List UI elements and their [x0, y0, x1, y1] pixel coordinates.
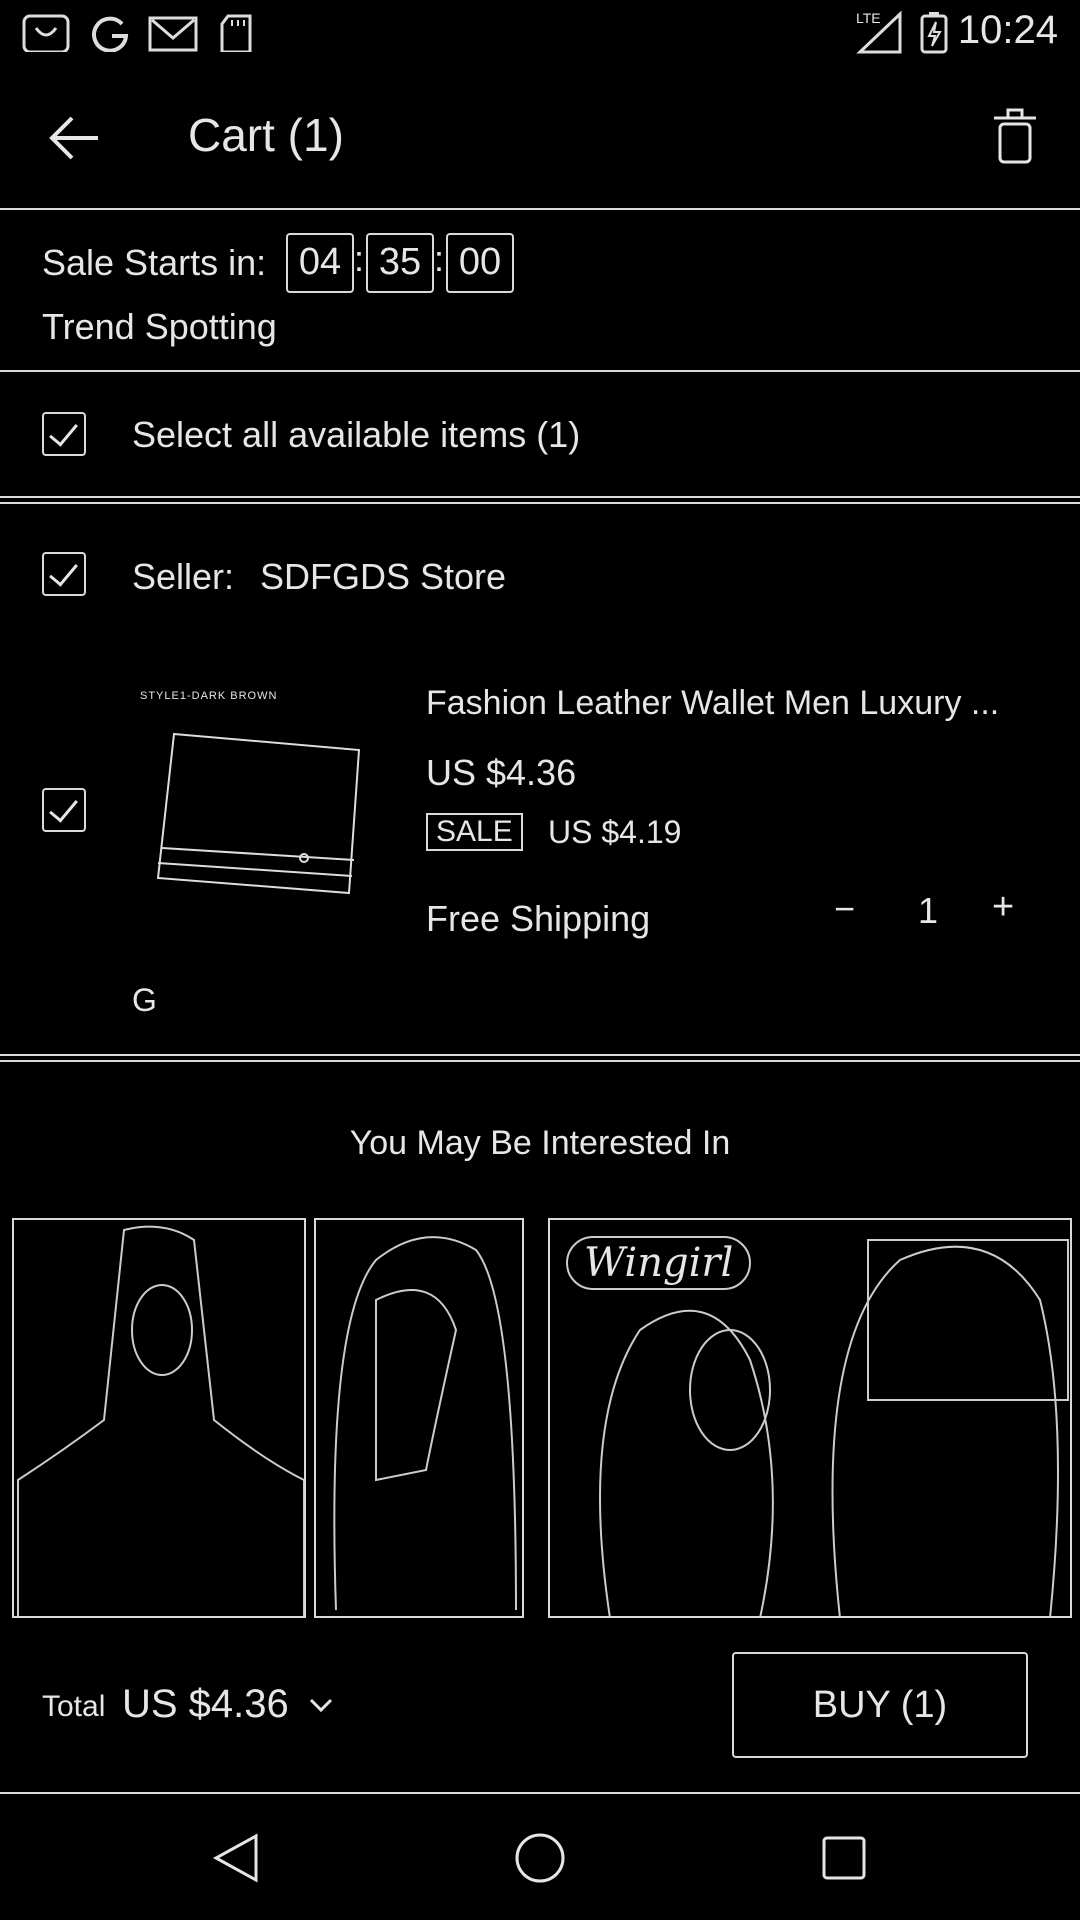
item-checkbox[interactable] [42, 788, 86, 832]
divider [0, 1060, 1080, 1062]
trash-icon[interactable] [992, 108, 1038, 164]
wig-stand-icon [333, 1236, 517, 1611]
seller-prefix: Seller: [132, 556, 235, 597]
timer-hours: 04 [286, 233, 354, 293]
sale-price: US $4.19 [548, 814, 682, 850]
product-title[interactable]: Fashion Leather Wallet Men Luxury ... [426, 684, 999, 723]
recommend-product-2[interactable] [314, 1218, 524, 1618]
clock: 10:24 [957, 8, 1058, 52]
total-value[interactable]: US $4.36 [122, 1682, 289, 1727]
sd-card-icon [220, 14, 252, 52]
timer-separator: : [354, 238, 365, 279]
lte-signal-icon: LTE [856, 10, 904, 54]
wallet-icon [156, 732, 361, 895]
wig-straight-icon [17, 1225, 304, 1616]
seller-name[interactable]: SDFGDS Store [260, 556, 506, 598]
recommend-heading: You May Be Interested In [349, 1124, 731, 1162]
recommend-product-3[interactable]: Wingirl [548, 1218, 1072, 1618]
aliexpress-icon [22, 14, 70, 52]
shipping-info: Free Shipping [426, 898, 651, 939]
back-arrow-icon[interactable] [48, 116, 100, 160]
divider [0, 502, 1080, 504]
sale-label: Sale Starts in: [42, 242, 267, 283]
product-image-caption: STYLE1-DARK BROWN [140, 690, 278, 702]
product-price: US $4.36 [426, 752, 577, 793]
quantity-plus-button[interactable]: + [992, 886, 1014, 929]
timer-seconds: 00 [446, 233, 514, 293]
sale-subtitle: Trend Spotting [42, 306, 277, 347]
curly-wig-icon [599, 1239, 1069, 1616]
sale-badge: SALE [426, 813, 523, 851]
select-all-checkbox[interactable] [42, 412, 86, 456]
item-variant: G [132, 982, 157, 1018]
nav-back-icon[interactable] [212, 1832, 260, 1884]
quantity-minus-button[interactable]: − [834, 888, 855, 930]
seller-checkbox[interactable] [42, 552, 86, 596]
gmail-icon [148, 16, 198, 52]
divider [0, 370, 1080, 372]
select-all-label[interactable]: Select all available items (1) [132, 414, 580, 456]
buy-button[interactable]: BUY (1) [732, 1652, 1028, 1758]
divider [0, 1054, 1080, 1056]
nav-recents-icon[interactable] [822, 1836, 866, 1880]
divider [0, 1792, 1080, 1794]
product-image[interactable]: STYLE1-DARK BROWN [136, 686, 372, 916]
battery-icon [920, 12, 948, 54]
divider [0, 208, 1080, 210]
quantity-value[interactable]: 1 [918, 890, 938, 932]
chevron-down-icon[interactable] [308, 1696, 334, 1714]
divider [0, 496, 1080, 498]
timer-minutes: 35 [366, 233, 434, 293]
recommend-product-1[interactable] [12, 1218, 306, 1618]
page-title: Cart (1) [188, 109, 344, 161]
timer-separator: : [434, 238, 445, 279]
nav-home-icon[interactable] [514, 1832, 566, 1884]
lte-label: LTE [856, 10, 881, 26]
total-label: Total [42, 1690, 106, 1723]
google-icon [92, 16, 129, 52]
